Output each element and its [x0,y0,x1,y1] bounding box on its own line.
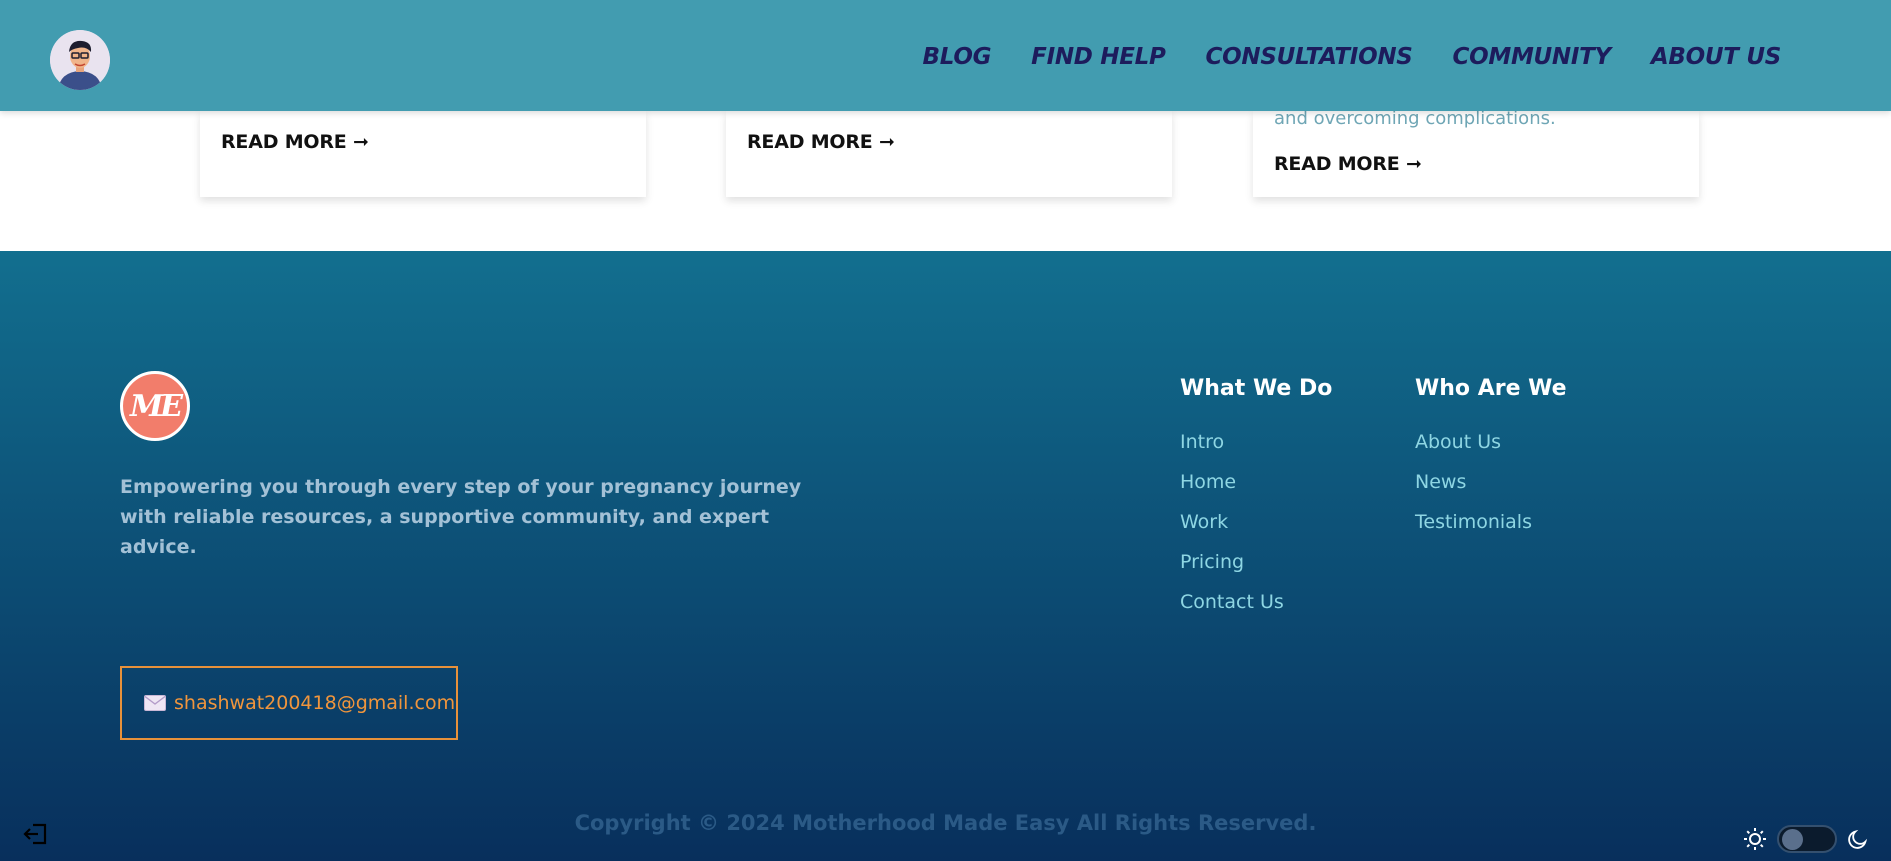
list-item: Home [1180,471,1284,511]
what-we-do-title: What We Do [1180,376,1333,401]
read-more-link[interactable]: READ MORE ➞ [221,131,369,153]
blog-card: and overcoming complications. READ MORE … [1253,108,1699,197]
avatar-icon [50,30,110,90]
list-item: Pricing [1180,551,1284,591]
footer-link-work[interactable]: Work [1180,511,1228,533]
email-address: shashwat200418@gmail.com [174,692,456,714]
footer-tagline: Empowering you through every step of you… [120,476,802,558]
who-are-we-title: Who Are We [1415,376,1567,401]
nav-consultations[interactable]: CONSULTATIONS [1206,44,1413,70]
footer-link-pricing[interactable]: Pricing [1180,551,1244,573]
toggle-knob [1782,829,1803,850]
list-item: Intro [1180,431,1284,471]
avatar[interactable] [50,30,110,90]
read-more-link[interactable]: READ MORE ➞ [747,131,895,153]
card-excerpt: and overcoming complications. [1274,108,1556,129]
theme-toggle-switch[interactable] [1777,825,1837,853]
main-nav: BLOG FIND HELP CONSULTATIONS COMMUNITY A… [883,44,1782,70]
footer-link-news[interactable]: News [1415,471,1466,493]
blog-cards-section: READ MORE ➞ READ MORE ➞ and overcoming c… [0,108,1891,251]
read-more-link[interactable]: READ MORE ➞ [1274,153,1422,175]
nav-community[interactable]: COMMUNITY [1453,44,1612,70]
mail-icon [144,695,166,711]
theme-toggle-group [1743,825,1869,853]
nav-find-help[interactable]: FIND HELP [1031,44,1166,70]
email-contact-button[interactable]: shashwat200418@gmail.com [120,666,458,740]
footer-link-intro[interactable]: Intro [1180,431,1224,453]
list-item: About Us [1415,431,1532,471]
footer-link-contact-us[interactable]: Contact Us [1180,591,1284,613]
nav-about-us[interactable]: ABOUT US [1651,44,1781,70]
sun-icon [1744,828,1766,850]
blog-card: READ MORE ➞ [200,111,646,197]
logout-icon[interactable] [22,821,48,847]
site-header: BLOG FIND HELP CONSULTATIONS COMMUNITY A… [0,0,1891,111]
copyright-text: Copyright © 2024 Motherhood Made Easy Al… [574,811,1317,835]
blog-card: READ MORE ➞ [726,111,1172,197]
footer-link-home[interactable]: Home [1180,471,1236,493]
footer-link-about-us[interactable]: About Us [1415,431,1501,453]
site-footer: ME Empowering you through every step of … [0,251,1891,861]
what-we-do-list: Intro Home Work Pricing Contact Us [1180,431,1284,631]
list-item: Testimonials [1415,511,1532,551]
who-are-we-list: About Us News Testimonials [1415,431,1532,551]
footer-link-testimonials[interactable]: Testimonials [1415,511,1532,533]
list-item: News [1415,471,1532,511]
nav-blog[interactable]: BLOG [923,44,992,70]
footer-logo[interactable]: ME [120,371,190,441]
logo-text: ME [129,388,183,424]
list-item: Work [1180,511,1284,551]
moon-icon [1848,829,1868,849]
list-item: Contact Us [1180,591,1284,631]
